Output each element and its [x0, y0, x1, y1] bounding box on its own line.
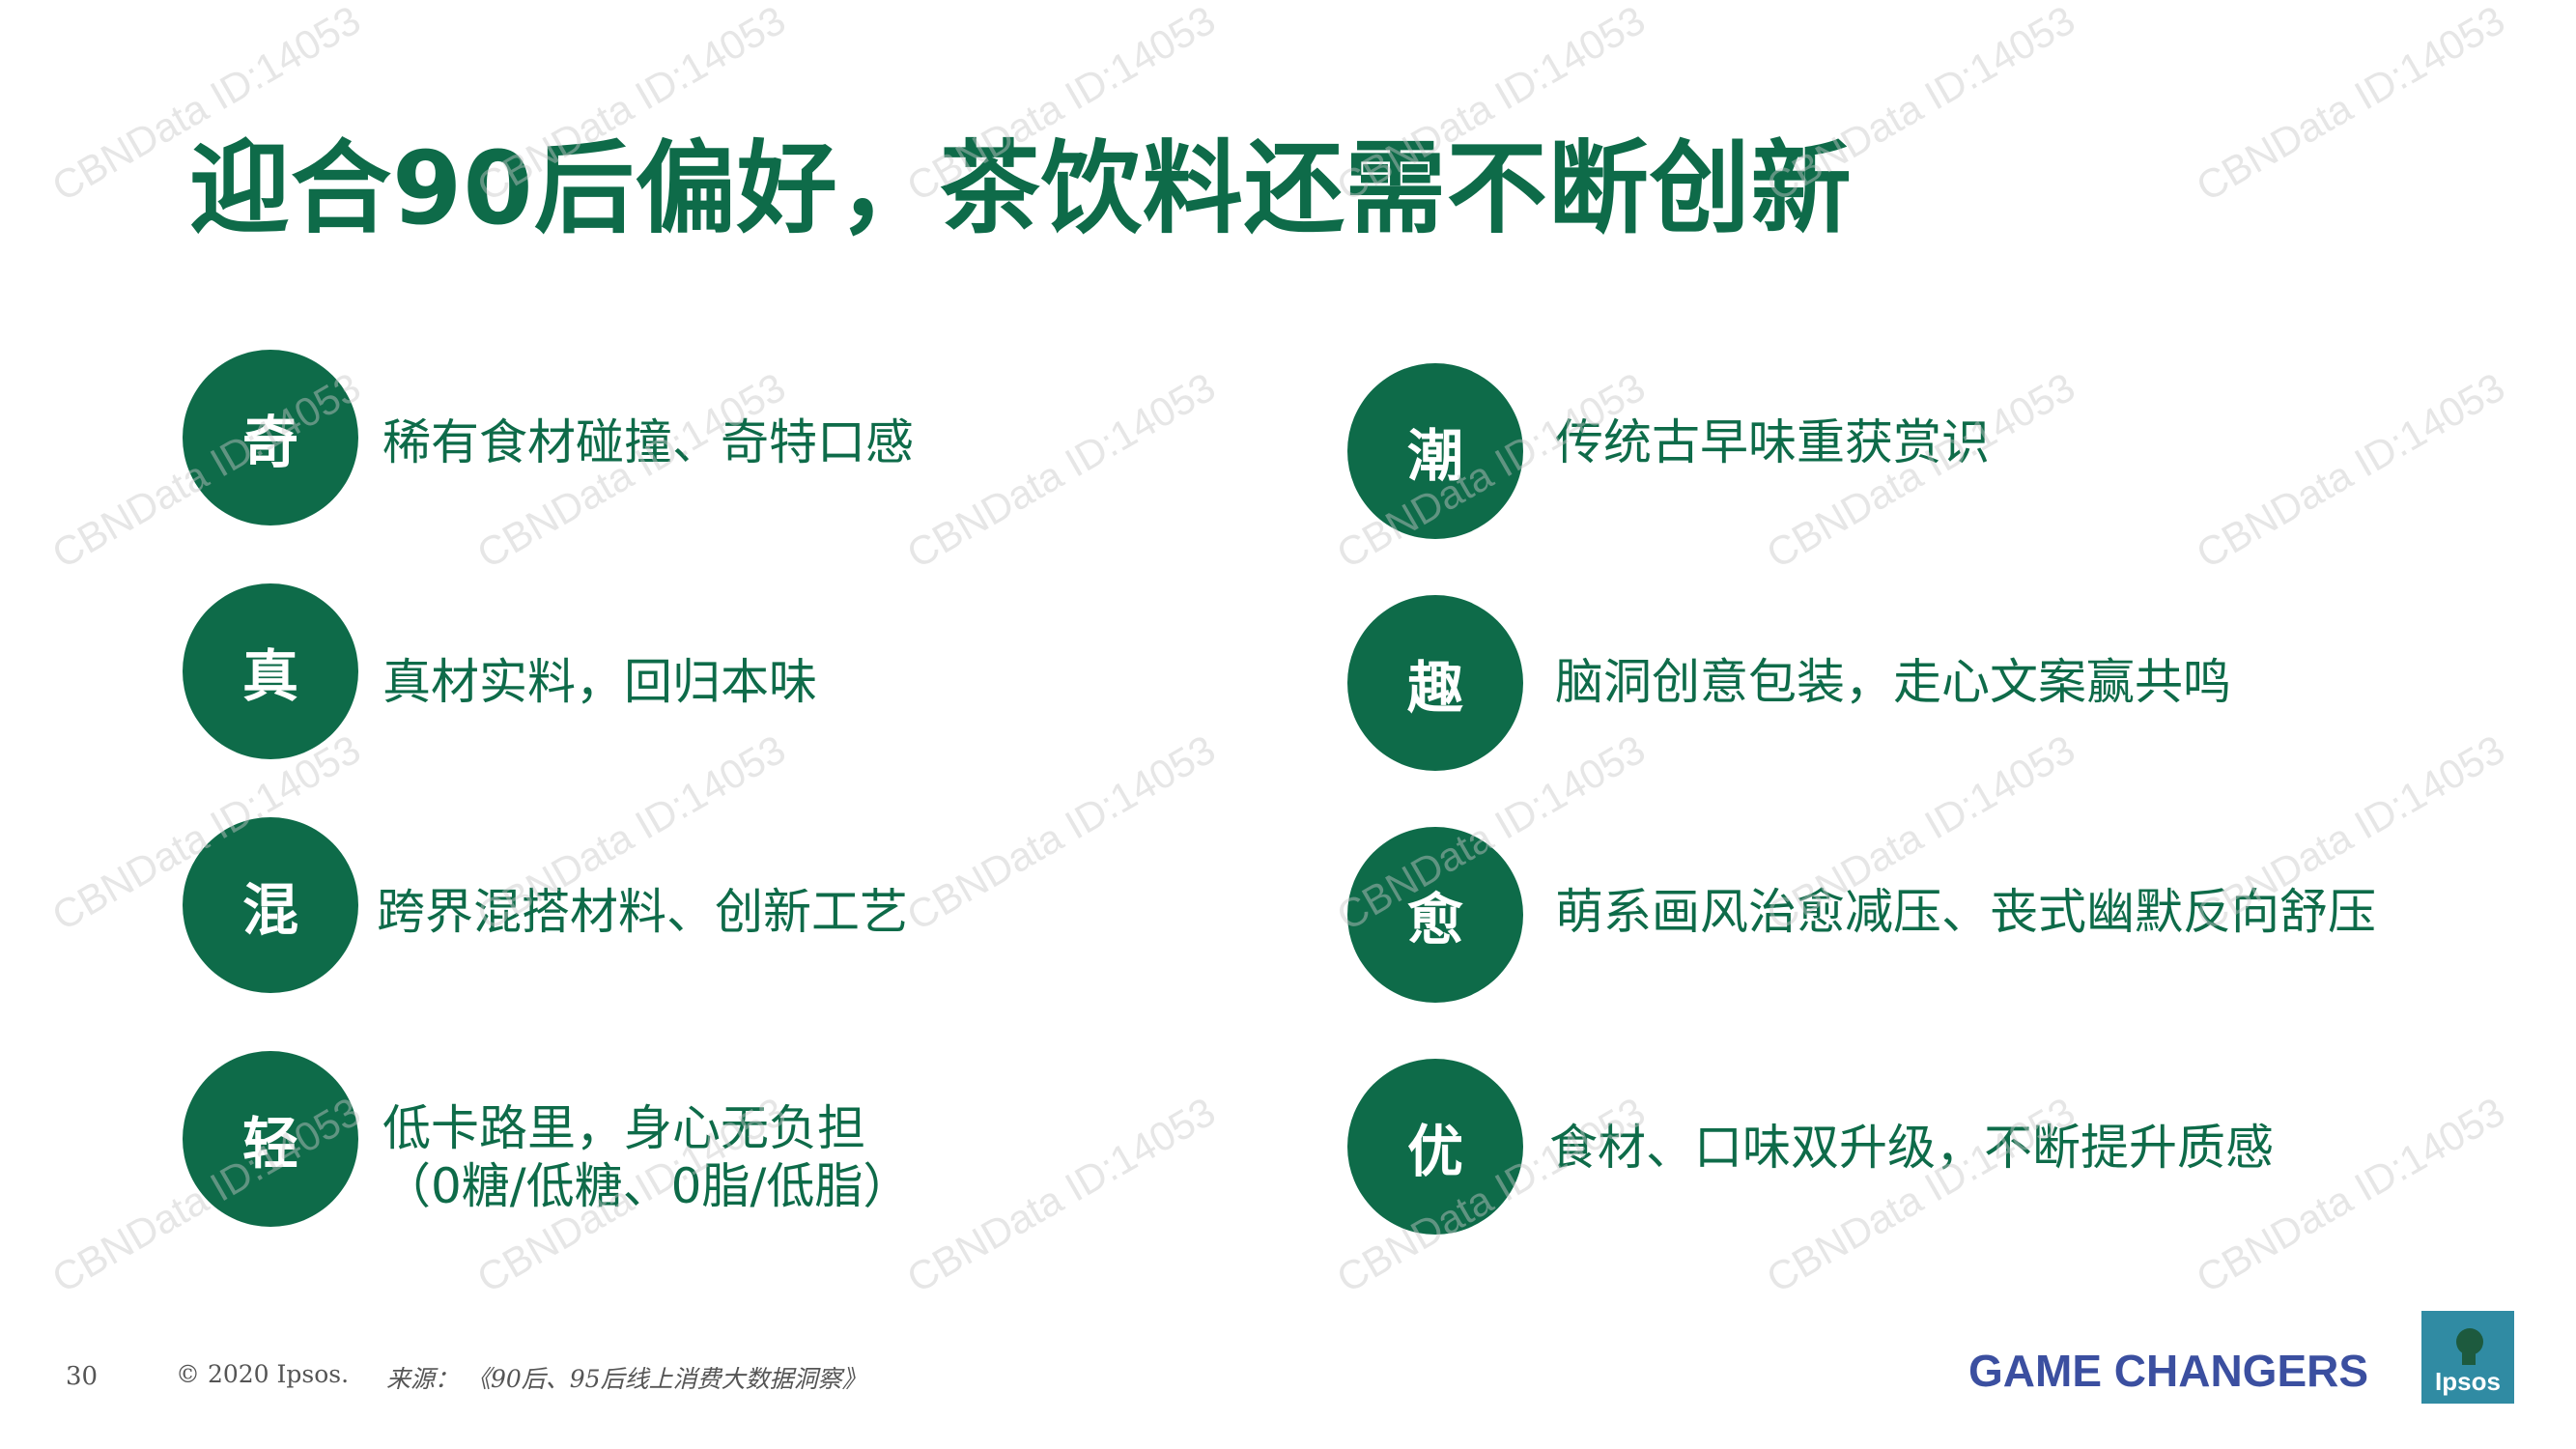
watermark: CBNData ID:14053 [899, 363, 1223, 578]
watermark: CBNData ID:14053 [2189, 0, 2512, 211]
feature-text-line: 跨界混搭材料、创新工艺 [377, 884, 908, 940]
feature-text: 萌系画风治愈减压、丧式幽默反向舒压 [1555, 883, 2376, 941]
feature-text: 跨界混搭材料、创新工艺 [377, 883, 908, 941]
feature-text-line: 萌系画风治愈减压、丧式幽默反向舒压 [1555, 884, 2376, 940]
feature-text-line: 稀有食材碰撞、奇特口感 [382, 414, 914, 470]
badge-circle: 潮 [1347, 363, 1523, 539]
ipsos-logo-icon: Ipsos [2421, 1311, 2514, 1404]
badge-circle: 趣 [1347, 595, 1523, 771]
badge-circle: 优 [1347, 1059, 1523, 1235]
feature-text: 食材、口味双升级，不断提升质感 [1549, 1119, 2274, 1177]
feature-text-line: 脑洞创意包装，走心文案赢共鸣 [1555, 654, 2231, 710]
feature-text-line: 低卡路里，身心无负担 [382, 1100, 865, 1156]
feature-text-line: （0糖/低糖、0脂/低脂） [382, 1158, 912, 1214]
feature-text: 脑洞创意包装，走心文案赢共鸣 [1555, 653, 2231, 711]
feature-text-line: 食材、口味双升级，不断提升质感 [1549, 1120, 2274, 1176]
feature-text: 传统古早味重获赏识 [1555, 413, 1990, 471]
badge-circle: 混 [183, 817, 358, 993]
badge-circle: 奇 [183, 350, 358, 526]
ipsos-logo: Ipsos [2420, 1309, 2516, 1406]
feature-text-line: 传统古早味重获赏识 [1555, 414, 1990, 470]
watermark: CBNData ID:14053 [899, 725, 1223, 940]
copyright: © 2020 Ipsos. [176, 1360, 350, 1388]
watermark: CBNData ID:14053 [2189, 363, 2512, 578]
badge-circle: 愈 [1347, 827, 1523, 1003]
feature-text: 稀有食材碰撞、奇特口感 [382, 413, 914, 471]
page-number: 30 [66, 1362, 99, 1391]
feature-text: 低卡路里，身心无负担 （0糖/低糖、0脂/低脂） [382, 1099, 911, 1215]
feature-text: 真材实料，回归本味 [382, 653, 817, 711]
badge-circle: 轻 [183, 1051, 358, 1227]
game-changers-tagline: GAME CHANGERS [1968, 1346, 2369, 1396]
badge-circle: 真 [183, 583, 358, 759]
watermark: CBNData ID:14053 [899, 1088, 1223, 1302]
feature-text-line: 真材实料，回归本味 [382, 654, 817, 710]
page-title: 迎合90后偏好，茶饮料还需不断创新 [189, 129, 1853, 247]
logo-text: Ipsos [2435, 1367, 2501, 1396]
source-note: 来源： 《90后、95后线上消费大数据洞察》 [386, 1365, 866, 1393]
